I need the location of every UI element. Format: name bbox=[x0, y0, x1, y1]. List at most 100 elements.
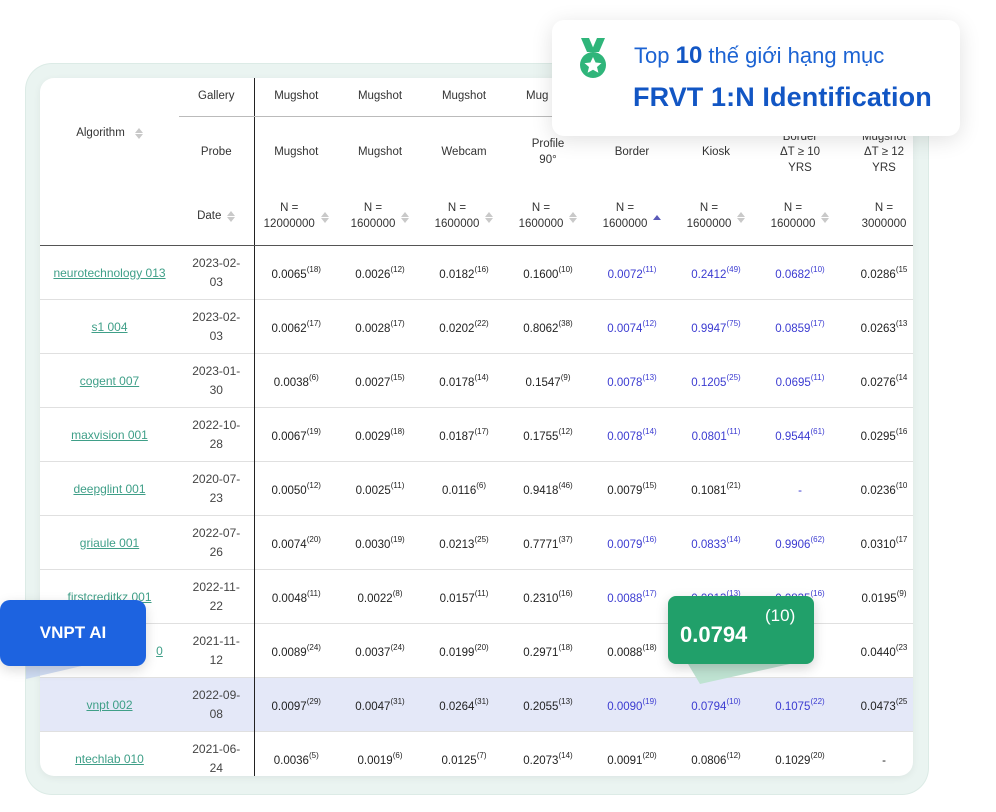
col-n-header[interactable]: N = 1600000 bbox=[674, 189, 758, 246]
metric-cell: 0.0806(12) bbox=[674, 731, 758, 776]
sort-icon[interactable] bbox=[569, 211, 578, 224]
algorithm-cell: vnpt 002 bbox=[40, 677, 179, 732]
algorithm-cell: cogent 007 bbox=[40, 353, 179, 408]
metric-cell: 0.1547(9) bbox=[506, 353, 590, 408]
metric-rank: (11) bbox=[726, 426, 741, 436]
algorithm-header[interactable]: Algorithm bbox=[40, 78, 179, 189]
metric-cell: 0.0264(31) bbox=[422, 677, 506, 732]
metric-cell: 0.0178(14) bbox=[422, 353, 506, 408]
sort-asc-active-icon[interactable] bbox=[653, 214, 662, 221]
metric-cell: 0.0295(16 bbox=[842, 407, 913, 462]
algorithm-link[interactable]: cogent 007 bbox=[80, 374, 139, 388]
table-row: griaule 001 2022-07- 26 0.0074(20) 0.0030(1… bbox=[40, 515, 913, 570]
metric-rank: (14) bbox=[474, 372, 489, 382]
metric-value: 0.8062 bbox=[523, 322, 559, 335]
metric-cell: 0.2412(49) bbox=[674, 245, 758, 300]
metric-cell: 0.0157(11) bbox=[422, 569, 506, 624]
metric-value: 0.0682 bbox=[775, 268, 811, 281]
metric-value: 0.0074 bbox=[271, 538, 307, 551]
col-n-header[interactable]: N = 12000000 bbox=[253, 189, 338, 246]
algorithm-link[interactable]: maxvision 001 bbox=[71, 428, 148, 442]
metric-value: 0.0062 bbox=[271, 322, 307, 335]
metric-cell: 0.0187(17) bbox=[422, 407, 506, 462]
date-cell: 2020-07- 23 bbox=[179, 461, 254, 516]
date-header[interactable]: Date bbox=[179, 189, 254, 246]
metric-rank: (6) bbox=[476, 480, 487, 490]
metric-rank: (16) bbox=[474, 264, 489, 274]
metric-value: 0.0036 bbox=[273, 754, 309, 767]
col-n-header[interactable]: N = 3000000 bbox=[842, 189, 913, 246]
metric-value: 0.9947 bbox=[691, 322, 727, 335]
metric-cell: 0.0078(14) bbox=[590, 407, 674, 462]
metric-rank: (6) bbox=[308, 372, 319, 382]
metric-rank: (22) bbox=[474, 318, 489, 328]
metric-value: 0.1081 bbox=[691, 484, 727, 497]
metric-cell: 0.0065(18) bbox=[253, 245, 338, 300]
date-cell: 2021-06- 24 bbox=[179, 731, 254, 776]
algorithm-cell: deepglint 001 bbox=[40, 461, 179, 516]
metric-value: 0.0833 bbox=[691, 538, 727, 551]
metric-cell: 0.0088(18) bbox=[590, 623, 674, 678]
metric-rank: (9) bbox=[896, 588, 907, 598]
metric-cell: 0.0695(11) bbox=[758, 353, 842, 408]
sort-icon[interactable] bbox=[227, 210, 236, 223]
metric-cell: 0.0859(17) bbox=[758, 299, 842, 354]
badge-pointer bbox=[26, 665, 86, 679]
metric-value: 0.0022 bbox=[357, 592, 393, 605]
date-cell: 2022-10- 28 bbox=[179, 407, 254, 462]
col-gallery: Mugshot bbox=[422, 78, 506, 117]
metric-value: 0.1755 bbox=[523, 430, 559, 443]
col-n-header[interactable]: N = 1600000 bbox=[590, 189, 674, 246]
metric-value: 0.0202 bbox=[439, 322, 475, 335]
col-probe: Mugshot bbox=[357, 146, 403, 159]
algorithm-cell: griaule 001 bbox=[40, 515, 179, 570]
col-n-header[interactable]: N = 1600000 bbox=[506, 189, 590, 246]
metric-cell: 0.8062(38) bbox=[506, 299, 590, 354]
metric-value: 0.0794 bbox=[691, 700, 727, 713]
metric-value: 0.9544 bbox=[775, 430, 811, 443]
sort-icon[interactable] bbox=[485, 211, 494, 224]
sort-icon[interactable] bbox=[134, 127, 143, 140]
metric-rank: (25 bbox=[895, 696, 908, 706]
algorithm-link[interactable]: s1 004 bbox=[91, 320, 127, 334]
metric-rank: (6) bbox=[392, 750, 403, 760]
metric-cell: 0.0801(11) bbox=[674, 407, 758, 462]
metric-rank: (14 bbox=[895, 372, 908, 382]
sort-icon[interactable] bbox=[737, 211, 746, 224]
sort-icon[interactable] bbox=[821, 211, 830, 224]
callout-line1: Top 10 thế giới hạng mục bbox=[634, 42, 885, 69]
algorithm-cell: ntechlab 010 bbox=[40, 731, 179, 776]
algorithm-link[interactable]: ntechlab 010 bbox=[75, 752, 144, 766]
algorithm-link[interactable]: griaule 001 bbox=[80, 536, 139, 550]
metric-rank: (19) bbox=[642, 696, 657, 706]
metric-rank: (10) bbox=[726, 696, 741, 706]
sort-icon[interactable] bbox=[401, 211, 410, 224]
col-n-header[interactable]: N = 1600000 bbox=[338, 189, 422, 246]
col-n-header[interactable]: N = 1600000 bbox=[422, 189, 506, 246]
metric-rank: (13 bbox=[895, 318, 908, 328]
algorithm-cell: s1 004 bbox=[40, 299, 179, 354]
metric-cell: 0.0833(14) bbox=[674, 515, 758, 570]
metric-rank: (10) bbox=[810, 264, 825, 274]
algorithm-link[interactable]: deepglint 001 bbox=[73, 482, 145, 496]
metric-cell: 0.1205(25) bbox=[674, 353, 758, 408]
algorithm-link[interactable]: 0 bbox=[156, 644, 163, 658]
metric-rank: (17) bbox=[390, 318, 405, 328]
metric-cell: 0.0090(19) bbox=[590, 677, 674, 732]
metric-rank: (15 bbox=[895, 264, 908, 274]
metric-rank: (12) bbox=[558, 426, 573, 436]
metric-value: 0.0047 bbox=[355, 700, 391, 713]
metric-value: 0.0078 bbox=[607, 430, 643, 443]
algorithm-link[interactable]: neurotechnology 013 bbox=[53, 266, 165, 280]
metric-cell: 0.9906(62) bbox=[758, 515, 842, 570]
metric-value: 0.0213 bbox=[439, 538, 475, 551]
date-cell: 2023-01- 30 bbox=[179, 353, 254, 408]
metric-rank: (29) bbox=[306, 696, 321, 706]
metric-value: 0.0088 bbox=[607, 592, 643, 605]
sort-icon[interactable] bbox=[320, 211, 329, 224]
algorithm-link[interactable]: vnpt 002 bbox=[86, 698, 132, 712]
col-n-header[interactable]: N = 1600000 bbox=[758, 189, 842, 246]
metric-rank: (24) bbox=[306, 642, 321, 652]
col-probe: Webcam bbox=[441, 146, 487, 159]
metric-value: 0.0074 bbox=[607, 322, 643, 335]
